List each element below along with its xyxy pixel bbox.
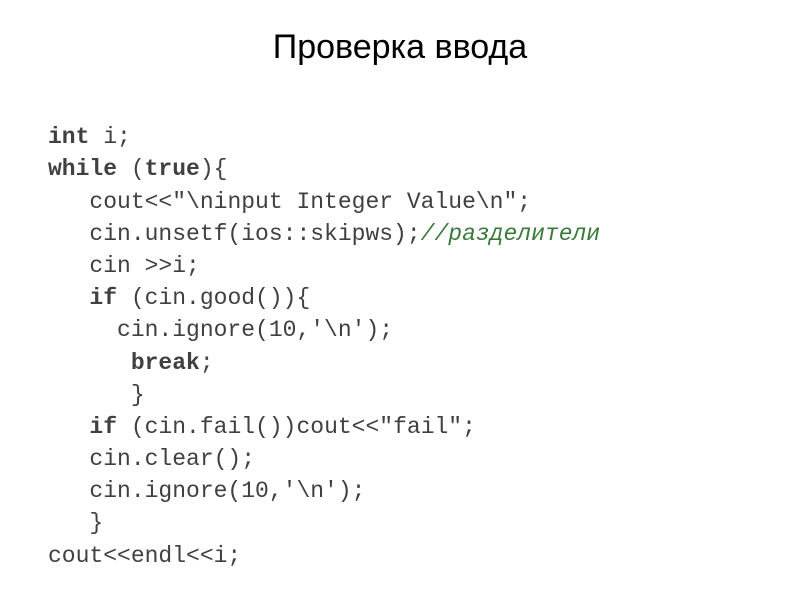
char-literal: '\n' xyxy=(310,317,365,343)
code-line-12: cin.ignore(10,'\n'); xyxy=(48,478,365,504)
code-line-1: int i; xyxy=(48,124,131,150)
string-literal: "fail" xyxy=(379,414,462,440)
code-line-9: } xyxy=(48,382,145,408)
kw-if: if xyxy=(89,285,117,311)
txt: i; xyxy=(89,124,130,150)
txt: ); xyxy=(338,478,366,504)
txt: cout<< xyxy=(48,189,172,215)
code-line-6: if (cin.good()){ xyxy=(48,285,310,311)
txt: cin.ignore(10, xyxy=(48,478,283,504)
code-line-5: cin >>i; xyxy=(48,253,200,279)
txt xyxy=(48,285,89,311)
code-line-13: } xyxy=(48,510,103,536)
string-literal: "\ninput Integer Value\n" xyxy=(172,189,517,215)
kw-if: if xyxy=(89,414,117,440)
txt: ; xyxy=(462,414,476,440)
txt: ); xyxy=(365,317,393,343)
kw-while: while xyxy=(48,156,117,182)
code-line-7: cin.ignore(10,'\n'); xyxy=(48,317,393,343)
txt: ( xyxy=(117,156,145,182)
txt: ){ xyxy=(200,156,228,182)
txt xyxy=(48,350,131,376)
code-line-10: if (cin.fail())cout<<"fail"; xyxy=(48,414,476,440)
slide-title: Проверка ввода xyxy=(0,28,800,67)
code-line-4: cin.unsetf(ios::skipws);//разделители xyxy=(48,221,600,247)
code-line-8: break; xyxy=(48,350,214,376)
code-line-3: cout<<"\ninput Integer Value\n"; xyxy=(48,189,531,215)
kw-break: break xyxy=(131,350,200,376)
kw-true: true xyxy=(145,156,200,182)
code-line-11: cin.clear(); xyxy=(48,446,255,472)
kw-int: int xyxy=(48,124,89,150)
code-line-14: cout<<endl<<i; xyxy=(48,543,241,569)
txt: ; xyxy=(517,189,531,215)
txt: (cin.good()){ xyxy=(117,285,310,311)
comment: //разделители xyxy=(421,221,600,247)
txt xyxy=(48,414,89,440)
code-line-2: while (true){ xyxy=(48,156,227,182)
txt: cin.ignore(10, xyxy=(48,317,310,343)
code-block: int i; while (true){ cout<<"\ninput Inte… xyxy=(0,89,800,572)
txt: (cin.fail())cout<< xyxy=(117,414,379,440)
char-literal: '\n' xyxy=(283,478,338,504)
txt: cin.unsetf(ios::skipws); xyxy=(48,221,421,247)
txt: ; xyxy=(200,350,214,376)
